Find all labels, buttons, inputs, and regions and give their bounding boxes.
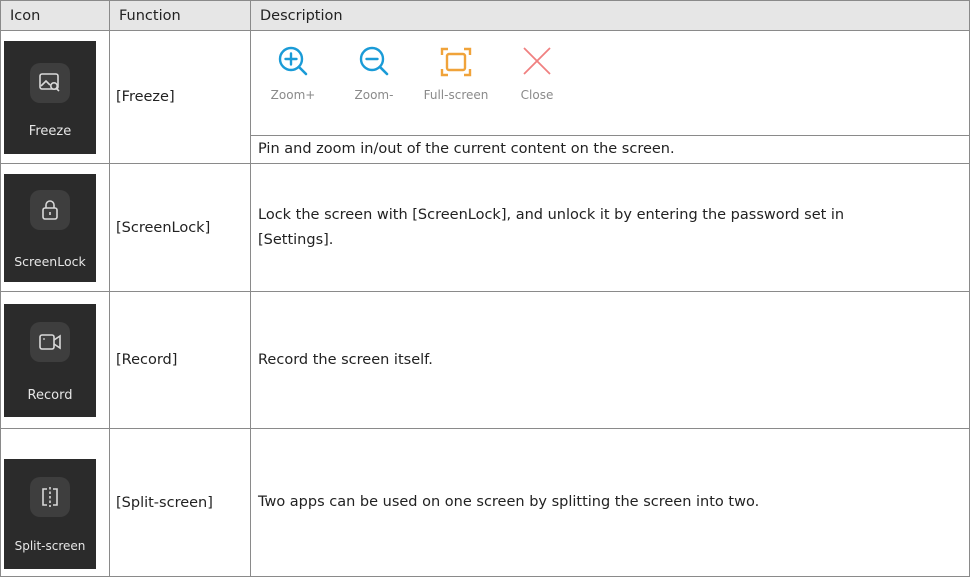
zoom-out-icon bbox=[359, 46, 389, 76]
freeze-icon-label: Freeze bbox=[28, 123, 72, 139]
function-screenlock: [ScreenLock] bbox=[109, 163, 251, 292]
table-row-split-screen: Split-screen [Split-screen] Two apps can… bbox=[0, 428, 970, 577]
close-icon bbox=[523, 47, 551, 75]
full-screen-label: Full-screen bbox=[423, 88, 489, 102]
video-camera-icon bbox=[30, 321, 70, 362]
function-table: Icon Function Description Freeze [Freeze… bbox=[0, 0, 970, 577]
screenlock-icon-label: ScreenLock bbox=[14, 253, 86, 269]
zoom-out-label: Zoom- bbox=[354, 88, 394, 102]
split-screen-tile: Split-screen bbox=[4, 459, 96, 569]
header-icon: Icon bbox=[0, 0, 110, 31]
description-screenlock: Lock the screen with [ScreenLock], and u… bbox=[250, 163, 970, 292]
full-screen-button[interactable]: Full-screen bbox=[416, 42, 496, 102]
zoom-out-button[interactable]: Zoom- bbox=[334, 42, 414, 102]
close-button[interactable]: Close bbox=[497, 42, 577, 102]
freeze-tile: Freeze bbox=[4, 40, 96, 154]
screenlock-tile: ScreenLock bbox=[4, 173, 96, 282]
split-screen-icon-label: Split-screen bbox=[14, 539, 86, 553]
table-row-record: Record [Record] Record the screen itself… bbox=[0, 291, 970, 429]
icon-cell: Split-screen bbox=[0, 428, 110, 577]
record-icon-label: Record bbox=[27, 387, 73, 403]
description-record: Record the screen itself. bbox=[250, 291, 970, 429]
description-split-screen: Two apps can be used on one screen by sp… bbox=[250, 428, 970, 577]
freeze-toolbar: Zoom+ Zoom- Full-screen Close bbox=[251, 32, 969, 135]
record-tile: Record bbox=[4, 303, 96, 417]
zoom-in-label: Zoom+ bbox=[270, 88, 316, 102]
icon-cell: Freeze bbox=[0, 30, 110, 164]
function-split-screen: [Split-screen] bbox=[109, 428, 251, 577]
function-record: [Record] bbox=[109, 291, 251, 429]
lock-icon bbox=[30, 189, 70, 230]
full-screen-icon bbox=[440, 47, 472, 77]
table-row-screenlock: ScreenLock [ScreenLock] Lock the screen … bbox=[0, 163, 970, 292]
zoom-in-icon bbox=[278, 46, 308, 76]
header-function: Function bbox=[109, 0, 251, 31]
header-description: Description bbox=[250, 0, 970, 31]
freeze-icon bbox=[30, 62, 70, 103]
zoom-in-button[interactable]: Zoom+ bbox=[253, 42, 333, 102]
icon-cell: Record bbox=[0, 291, 110, 429]
close-label: Close bbox=[520, 88, 554, 102]
description-freeze: Pin and zoom in/out of the current conte… bbox=[251, 135, 969, 162]
function-freeze: [Freeze] bbox=[109, 30, 251, 164]
table-header-row: Icon Function Description bbox=[0, 0, 970, 31]
icon-cell: ScreenLock bbox=[0, 163, 110, 292]
table-row-freeze: Freeze [Freeze] Zoom+ Zoom- Full-screen … bbox=[0, 30, 970, 164]
split-screen-icon bbox=[30, 477, 70, 517]
description-freeze-cell: Zoom+ Zoom- Full-screen Close Pin and zo… bbox=[250, 30, 970, 164]
